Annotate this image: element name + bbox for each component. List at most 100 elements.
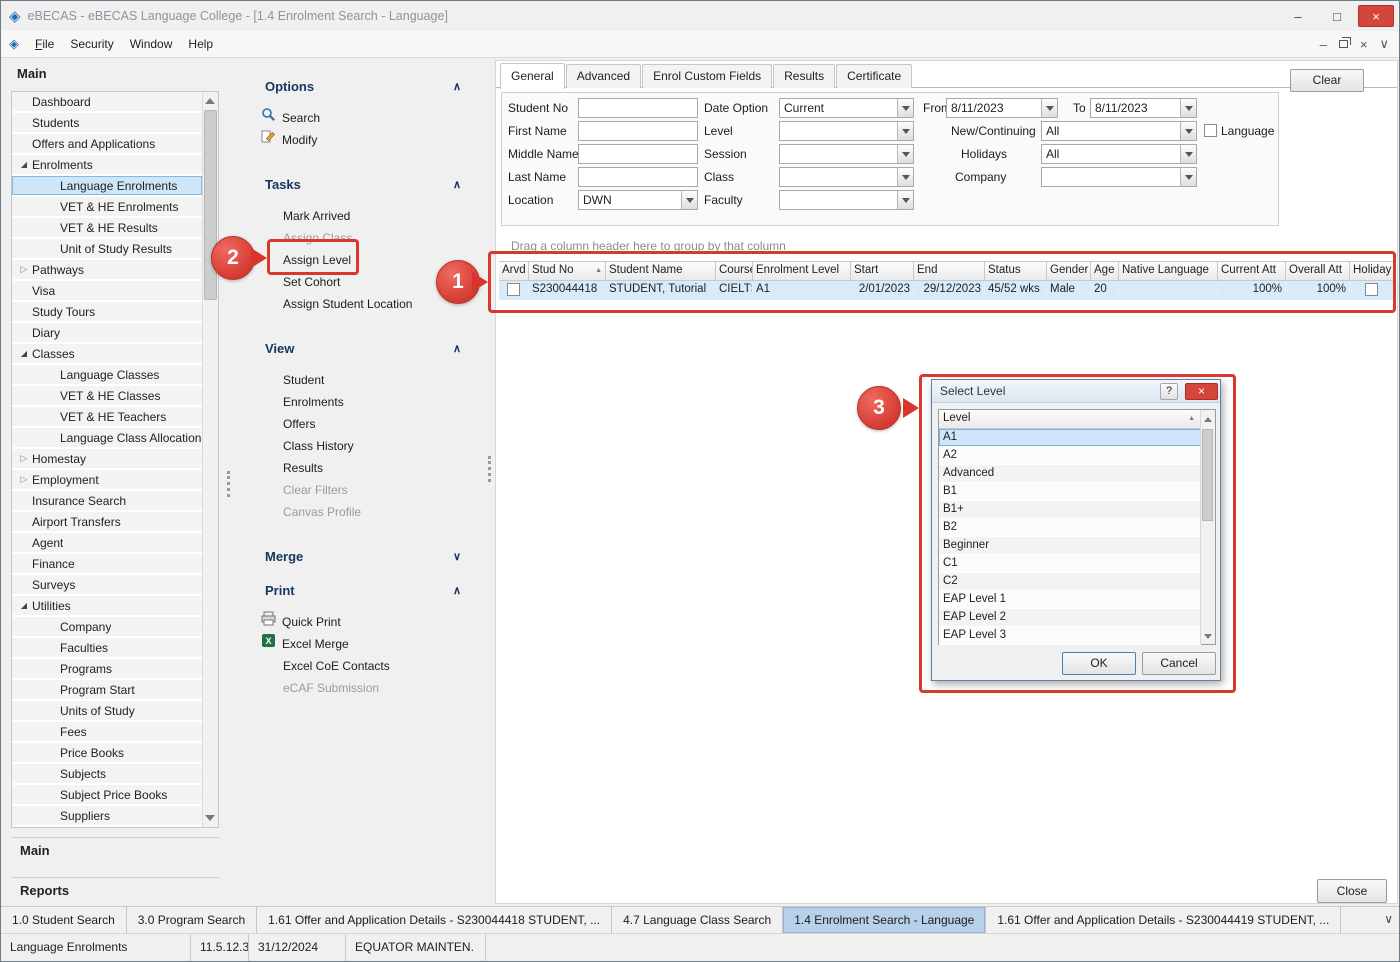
- view-class-history[interactable]: Class History: [241, 435, 493, 457]
- col-arvd[interactable]: Arvd: [499, 261, 529, 281]
- level-column-header[interactable]: Level▲: [939, 410, 1201, 429]
- level-option-c2[interactable]: C2: [939, 573, 1201, 591]
- dropdown-arrow-icon[interactable]: [1180, 168, 1196, 186]
- col-overall-att[interactable]: Overall Att: [1286, 261, 1350, 281]
- section-merge-header[interactable]: Merge∨: [241, 547, 493, 565]
- mdi-minimize-button[interactable]: –: [1320, 37, 1327, 52]
- print-quick-print[interactable]: Quick Print: [241, 611, 493, 633]
- sidebar-item-homestay[interactable]: ▷Homestay: [12, 449, 202, 470]
- sidebar-item-program-start[interactable]: Program Start: [12, 680, 202, 701]
- sidebar-item-agent[interactable]: Agent: [12, 533, 202, 554]
- sidebar-item-employment[interactable]: ▷Employment: [12, 470, 202, 491]
- col-end[interactable]: End: [914, 261, 985, 281]
- col-current-att[interactable]: Current Att: [1218, 261, 1286, 281]
- dialog-help-button[interactable]: ?: [1160, 383, 1178, 400]
- from-date-select[interactable]: 8/11/2023: [946, 98, 1058, 118]
- tree-expanded-icon[interactable]: ◢: [16, 160, 32, 169]
- dialog-close-button[interactable]: ×: [1185, 383, 1218, 400]
- tree-collapsed-icon[interactable]: ▷: [16, 264, 32, 275]
- language-checkbox[interactable]: [1204, 124, 1217, 137]
- level-option-beginner[interactable]: Beginner: [939, 537, 1201, 555]
- nav-group-reports[interactable]: Reports: [11, 877, 219, 903]
- tree-collapsed-icon[interactable]: ▷: [16, 453, 32, 464]
- sidebar-item-diary[interactable]: Diary: [12, 323, 202, 344]
- menu-security[interactable]: Security: [62, 33, 121, 55]
- sidebar-item-subject-price-books[interactable]: Subject Price Books: [12, 785, 202, 806]
- sidebar-item-dashboard[interactable]: Dashboard: [12, 92, 202, 113]
- sidebar-item-language-enrolments[interactable]: Language Enrolments: [12, 176, 202, 197]
- dropdown-arrow-icon[interactable]: [681, 191, 697, 209]
- section-options-header[interactable]: Options∧: [241, 77, 493, 95]
- scroll-down-icon[interactable]: [1204, 634, 1212, 639]
- chevron-down-icon[interactable]: ∨: [453, 550, 461, 563]
- scrollbar-thumb[interactable]: [1202, 429, 1213, 521]
- clear-button[interactable]: Clear: [1290, 69, 1364, 92]
- sidebar-item-vet-he-enrolments[interactable]: VET & HE Enrolments: [12, 197, 202, 218]
- sidebar-item-insurance-search[interactable]: Insurance Search: [12, 491, 202, 512]
- sidebar-item-visa[interactable]: Visa: [12, 281, 202, 302]
- scroll-down-icon[interactable]: [205, 815, 215, 821]
- menu-file[interactable]: File: [27, 33, 62, 55]
- sidebar-item-suppliers[interactable]: Suppliers: [12, 806, 202, 827]
- chevron-up-icon[interactable]: ∧: [453, 178, 461, 191]
- cancel-button[interactable]: Cancel: [1142, 652, 1216, 675]
- bottom-tab-offer-details-419[interactable]: 1.61 Offer and Application Details - S23…: [986, 907, 1341, 933]
- level-select[interactable]: [779, 121, 914, 141]
- sidebar-item-subjects[interactable]: Subjects: [12, 764, 202, 785]
- sidebar-item-enrolments[interactable]: ◢Enrolments: [12, 155, 202, 176]
- view-offers[interactable]: Offers: [241, 413, 493, 435]
- sidebar-item-vet-he-teachers[interactable]: VET & HE Teachers: [12, 407, 202, 428]
- sidebar-item-pathways[interactable]: ▷Pathways: [12, 260, 202, 281]
- dropdown-arrow-icon[interactable]: [897, 191, 913, 209]
- dropdown-arrow-icon[interactable]: [897, 122, 913, 140]
- tree-expanded-icon[interactable]: ◢: [16, 601, 32, 610]
- col-student-name[interactable]: Student Name: [606, 261, 716, 281]
- menu-window[interactable]: Window: [122, 33, 181, 55]
- sidebar-item-vet-he-classes[interactable]: VET & HE Classes: [12, 386, 202, 407]
- sidebar-item-vet-he-results[interactable]: VET & HE Results: [12, 218, 202, 239]
- dropdown-arrow-icon[interactable]: [897, 168, 913, 186]
- sidebar-item-students[interactable]: Students: [12, 113, 202, 134]
- col-stud-no[interactable]: Stud No▲: [529, 261, 606, 281]
- view-student[interactable]: Student: [241, 369, 493, 391]
- col-enrolment-level[interactable]: Enrolment Level: [753, 261, 851, 281]
- tab-enrol-custom-fields[interactable]: Enrol Custom Fields: [642, 64, 772, 88]
- sidebar-item-fees[interactable]: Fees: [12, 722, 202, 743]
- faculty-select[interactable]: [779, 190, 914, 210]
- col-age[interactable]: Age: [1091, 261, 1119, 281]
- bottom-tab-program-search[interactable]: 3.0 Program Search: [127, 907, 257, 933]
- chevron-up-icon[interactable]: ∧: [453, 80, 461, 93]
- ok-button[interactable]: OK: [1062, 652, 1136, 675]
- dropdown-arrow-icon[interactable]: [897, 99, 913, 117]
- sidebar-item-units-of-study[interactable]: Units of Study: [12, 701, 202, 722]
- level-option-b2[interactable]: B2: [939, 519, 1201, 537]
- tree-collapsed-icon[interactable]: ▷: [16, 474, 32, 485]
- col-course[interactable]: Course: [716, 261, 753, 281]
- session-select[interactable]: [779, 144, 914, 164]
- sidebar-item-company[interactable]: Company: [12, 617, 202, 638]
- sidebar-item-faculties[interactable]: Faculties: [12, 638, 202, 659]
- options-search[interactable]: Search: [241, 107, 493, 129]
- chevron-up-icon[interactable]: ∧: [453, 584, 461, 597]
- sidebar-item-study-tours[interactable]: Study Tours: [12, 302, 202, 323]
- nav-group-main[interactable]: Main: [11, 837, 219, 863]
- level-option-c1[interactable]: C1: [939, 555, 1201, 573]
- task-assign-student-location[interactable]: Assign Student Location: [241, 293, 493, 315]
- sidebar-item-offers-applications[interactable]: Offers and Applications: [12, 134, 202, 155]
- last-name-input[interactable]: [578, 167, 698, 187]
- sidebar-item-language-class-allocation[interactable]: Language Class Allocation: [12, 428, 202, 449]
- level-option-a1[interactable]: A1: [939, 429, 1201, 447]
- col-status[interactable]: Status: [985, 261, 1047, 281]
- level-option-eap-level-3[interactable]: EAP Level 3: [939, 627, 1201, 645]
- arrived-checkbox[interactable]: [507, 283, 520, 296]
- tree-expanded-icon[interactable]: ◢: [16, 349, 32, 358]
- col-holiday[interactable]: Holiday: [1350, 261, 1394, 281]
- location-select[interactable]: DWN: [578, 190, 698, 210]
- scroll-up-icon[interactable]: [205, 98, 215, 104]
- dropdown-arrow-icon[interactable]: [1180, 99, 1196, 117]
- sidebar-item-unit-of-study-results[interactable]: Unit of Study Results: [12, 239, 202, 260]
- section-print-header[interactable]: Print∧: [241, 581, 493, 599]
- student-no-input[interactable]: [578, 98, 698, 118]
- maximize-button[interactable]: □: [1319, 5, 1355, 27]
- table-row[interactable]: S230044418 STUDENT, Tutorial CIELTS A1 2…: [499, 281, 1394, 300]
